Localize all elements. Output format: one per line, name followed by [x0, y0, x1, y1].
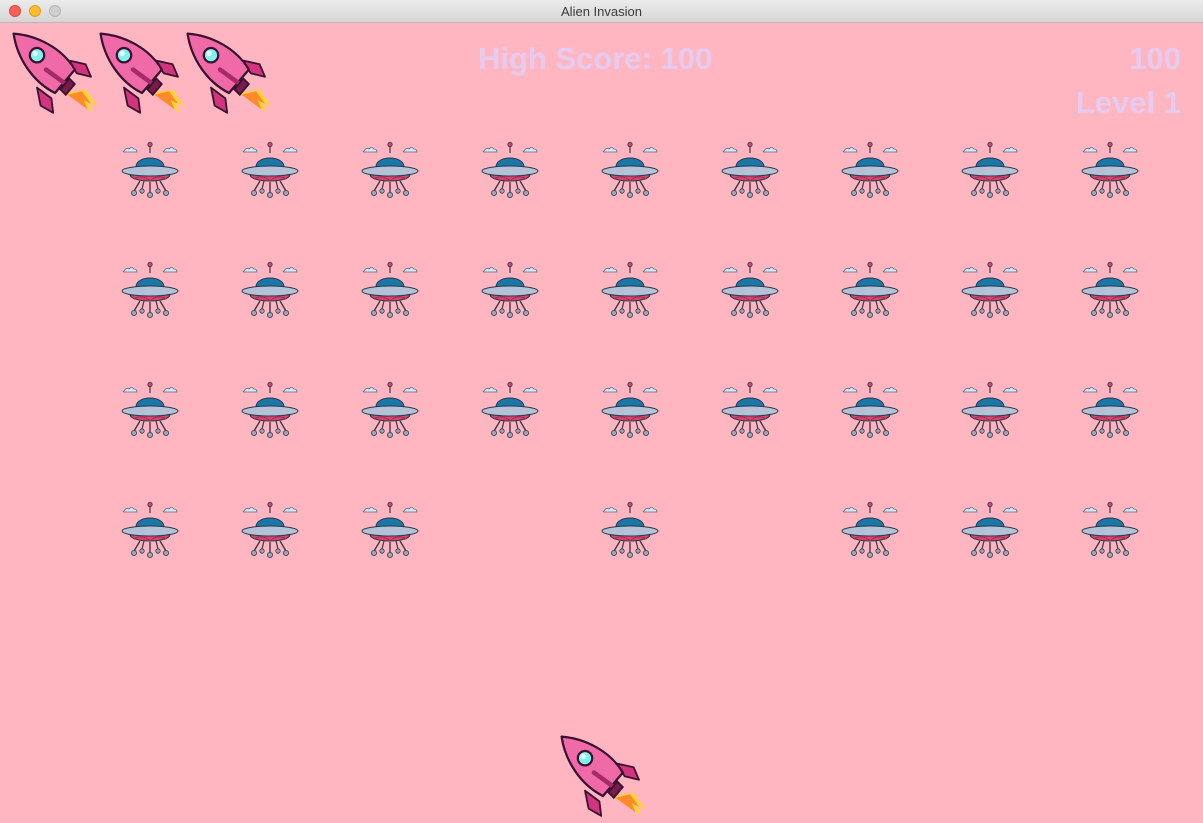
high-score-label: High Score: 100 — [478, 41, 713, 76]
alien — [720, 141, 780, 201]
alien — [480, 381, 540, 441]
life-ship — [97, 30, 187, 120]
game-window: Alien Invasion High Score: 100 100 Level… — [0, 0, 1203, 823]
alien — [840, 501, 900, 561]
alien — [720, 261, 780, 321]
ufo-icon — [600, 141, 660, 201]
ufo-icon — [360, 261, 420, 321]
alien — [480, 261, 540, 321]
ufo-icon — [600, 381, 660, 441]
life-ship — [184, 30, 274, 120]
alien — [960, 381, 1020, 441]
ufo-icon — [240, 501, 300, 561]
player-ship — [558, 733, 648, 823]
ufo-icon — [1080, 501, 1140, 561]
ufo-icon — [1080, 141, 1140, 201]
alien — [840, 381, 900, 441]
rocket-icon — [97, 30, 187, 120]
ufo-icon — [240, 141, 300, 201]
rocket-icon — [184, 30, 274, 120]
ufo-icon — [840, 261, 900, 321]
ufo-icon — [960, 501, 1020, 561]
ufo-icon — [360, 381, 420, 441]
alien — [600, 381, 660, 441]
level-label: Level 1 — [1075, 85, 1181, 120]
life-ship — [10, 30, 100, 120]
ufo-icon — [360, 501, 420, 561]
alien — [480, 141, 540, 201]
ufo-icon — [480, 261, 540, 321]
ufo-icon — [840, 141, 900, 201]
alien — [960, 501, 1020, 561]
ufo-icon — [120, 381, 180, 441]
alien — [840, 261, 900, 321]
alien — [360, 501, 420, 561]
ufo-icon — [480, 381, 540, 441]
rocket-icon — [558, 733, 648, 823]
alien — [240, 141, 300, 201]
rocket-icon — [10, 30, 100, 120]
alien — [840, 141, 900, 201]
alien — [360, 261, 420, 321]
alien — [600, 261, 660, 321]
alien — [120, 141, 180, 201]
alien — [240, 501, 300, 561]
ufo-icon — [960, 141, 1020, 201]
alien — [1080, 381, 1140, 441]
ufo-icon — [720, 141, 780, 201]
ufo-icon — [720, 381, 780, 441]
ufo-icon — [600, 261, 660, 321]
ufo-icon — [240, 261, 300, 321]
alien — [120, 501, 180, 561]
alien — [720, 381, 780, 441]
ufo-icon — [840, 501, 900, 561]
alien — [1080, 261, 1140, 321]
game-area[interactable]: High Score: 100 100 Level 1 — [2, 23, 1203, 823]
ufo-icon — [840, 381, 900, 441]
ufo-icon — [480, 141, 540, 201]
title-bar[interactable]: Alien Invasion — [0, 0, 1203, 23]
ufo-icon — [120, 261, 180, 321]
alien — [240, 261, 300, 321]
ufo-icon — [120, 501, 180, 561]
alien — [360, 141, 420, 201]
ufo-icon — [1080, 261, 1140, 321]
ufo-icon — [960, 261, 1020, 321]
alien — [960, 141, 1020, 201]
ufo-icon — [120, 141, 180, 201]
alien — [1080, 501, 1140, 561]
alien — [120, 261, 180, 321]
alien — [600, 141, 660, 201]
alien — [1080, 141, 1140, 201]
ufo-icon — [720, 261, 780, 321]
alien — [960, 261, 1020, 321]
ufo-icon — [360, 141, 420, 201]
alien — [600, 501, 660, 561]
alien — [240, 381, 300, 441]
ufo-icon — [1080, 381, 1140, 441]
ufo-icon — [240, 381, 300, 441]
score-label: 100 — [1129, 41, 1181, 76]
alien — [360, 381, 420, 441]
ufo-icon — [600, 501, 660, 561]
alien — [120, 381, 180, 441]
ufo-icon — [960, 381, 1020, 441]
window-title: Alien Invasion — [561, 4, 642, 19]
